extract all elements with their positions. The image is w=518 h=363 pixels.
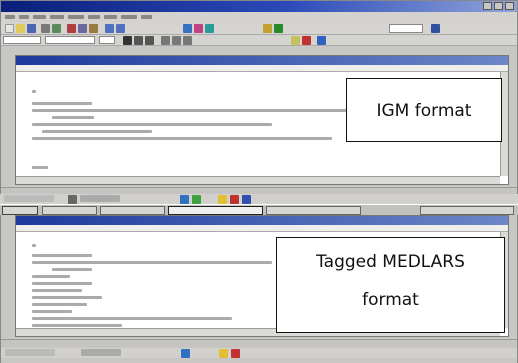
preview-icon[interactable] xyxy=(52,24,61,33)
menu-item[interactable] xyxy=(50,15,64,19)
textbox-icon[interactable] xyxy=(180,195,189,204)
text-line xyxy=(42,130,152,133)
undo-icon[interactable] xyxy=(105,24,114,33)
text-box-icon[interactable] xyxy=(317,36,326,45)
align-center-icon[interactable] xyxy=(172,36,181,45)
table-icon[interactable] xyxy=(183,24,192,33)
window-controls xyxy=(483,2,514,10)
taskbar-item[interactable] xyxy=(100,206,165,215)
start-button[interactable] xyxy=(2,206,38,215)
menu-item[interactable] xyxy=(104,15,117,19)
text-line xyxy=(32,289,82,292)
menu-item[interactable] xyxy=(68,15,84,19)
paste-icon[interactable] xyxy=(89,24,98,33)
menu-item[interactable] xyxy=(121,15,137,19)
map-icon[interactable] xyxy=(263,24,272,33)
draw-menu[interactable] xyxy=(5,349,55,356)
text-line xyxy=(52,116,94,119)
ruler xyxy=(16,225,508,232)
text-line xyxy=(32,123,272,126)
bold-icon[interactable] xyxy=(123,36,132,45)
autoshapes-menu[interactable] xyxy=(80,195,120,202)
shadow-icon[interactable] xyxy=(242,195,251,204)
new-document-icon[interactable] xyxy=(5,24,14,33)
medlars-document-titlebar[interactable] xyxy=(16,216,508,225)
select-objects-icon[interactable] xyxy=(68,195,77,204)
text-line xyxy=(32,282,92,285)
draw-menu[interactable] xyxy=(4,195,54,202)
fill-color-icon[interactable] xyxy=(218,195,227,204)
horizontal-scrollbar[interactable] xyxy=(16,176,500,184)
menu-item[interactable] xyxy=(88,15,100,19)
medlars-status-bar xyxy=(1,339,517,347)
medlars-callout-line2: format xyxy=(362,290,419,310)
italic-icon[interactable] xyxy=(134,36,143,45)
line-color-icon[interactable] xyxy=(230,195,239,204)
font-size-select[interactable] xyxy=(99,36,115,44)
taskbar-item-active[interactable] xyxy=(168,206,263,215)
igm-standard-toolbar xyxy=(1,22,517,35)
igm-menubar xyxy=(1,12,517,22)
textbox-icon[interactable] xyxy=(181,349,190,358)
text-line xyxy=(32,310,72,313)
underline-icon[interactable] xyxy=(145,36,154,45)
igm-window-titlebar[interactable] xyxy=(1,1,517,12)
text-line xyxy=(32,109,362,112)
menu-item[interactable] xyxy=(141,15,152,19)
text-line xyxy=(32,317,232,320)
help-icon[interactable] xyxy=(431,24,440,33)
medlars-callout-line1: Tagged MEDLARS xyxy=(316,252,465,272)
redo-icon[interactable] xyxy=(116,24,125,33)
taskbar-item[interactable] xyxy=(266,206,361,215)
autoshapes-menu[interactable] xyxy=(81,349,121,356)
highlight-icon[interactable] xyxy=(291,36,300,45)
cut-icon[interactable] xyxy=(67,24,76,33)
open-folder-icon[interactable] xyxy=(16,24,25,33)
text-line xyxy=(32,102,92,105)
save-icon[interactable] xyxy=(27,24,36,33)
wordart-icon[interactable] xyxy=(192,195,201,204)
windows-taskbar xyxy=(0,204,518,215)
text-line xyxy=(32,324,122,327)
font-color-icon[interactable] xyxy=(302,36,311,45)
copy-icon[interactable] xyxy=(78,24,87,33)
zoom-select[interactable] xyxy=(389,24,423,33)
menu-item[interactable] xyxy=(19,15,29,19)
drawing-icon[interactable] xyxy=(205,24,214,33)
text-line xyxy=(32,137,332,140)
text-line xyxy=(32,166,48,169)
menu-item[interactable] xyxy=(5,15,15,19)
columns-icon[interactable] xyxy=(194,24,203,33)
system-tray xyxy=(420,206,514,215)
igm-document-titlebar[interactable] xyxy=(16,56,508,65)
text-line xyxy=(32,303,87,306)
drawing-toolbar xyxy=(0,194,518,204)
fill-color-icon[interactable] xyxy=(219,349,228,358)
text-line xyxy=(32,244,36,247)
show-hide-icon[interactable] xyxy=(274,24,283,33)
taskbar-item[interactable] xyxy=(42,206,97,215)
maximize-icon[interactable] xyxy=(494,2,503,10)
minimize-icon[interactable] xyxy=(483,2,492,10)
igm-format-callout: IGM format xyxy=(346,78,502,142)
ruler xyxy=(16,65,508,72)
text-line xyxy=(32,90,36,93)
align-right-icon[interactable] xyxy=(183,36,192,45)
font-select[interactable] xyxy=(45,36,95,44)
align-left-icon[interactable] xyxy=(161,36,170,45)
text-line xyxy=(32,254,92,257)
text-line xyxy=(32,296,102,299)
style-select[interactable] xyxy=(3,36,41,44)
medlars-format-callout: Tagged MEDLARS format xyxy=(276,237,505,333)
igm-format-toolbar xyxy=(1,35,517,46)
print-icon[interactable] xyxy=(41,24,50,33)
drawing-toolbar xyxy=(1,348,517,358)
text-line xyxy=(52,268,92,271)
menu-item[interactable] xyxy=(33,15,46,19)
text-line xyxy=(32,275,70,278)
text-line xyxy=(32,261,272,264)
line-color-icon[interactable] xyxy=(231,349,240,358)
close-icon[interactable] xyxy=(505,2,514,10)
